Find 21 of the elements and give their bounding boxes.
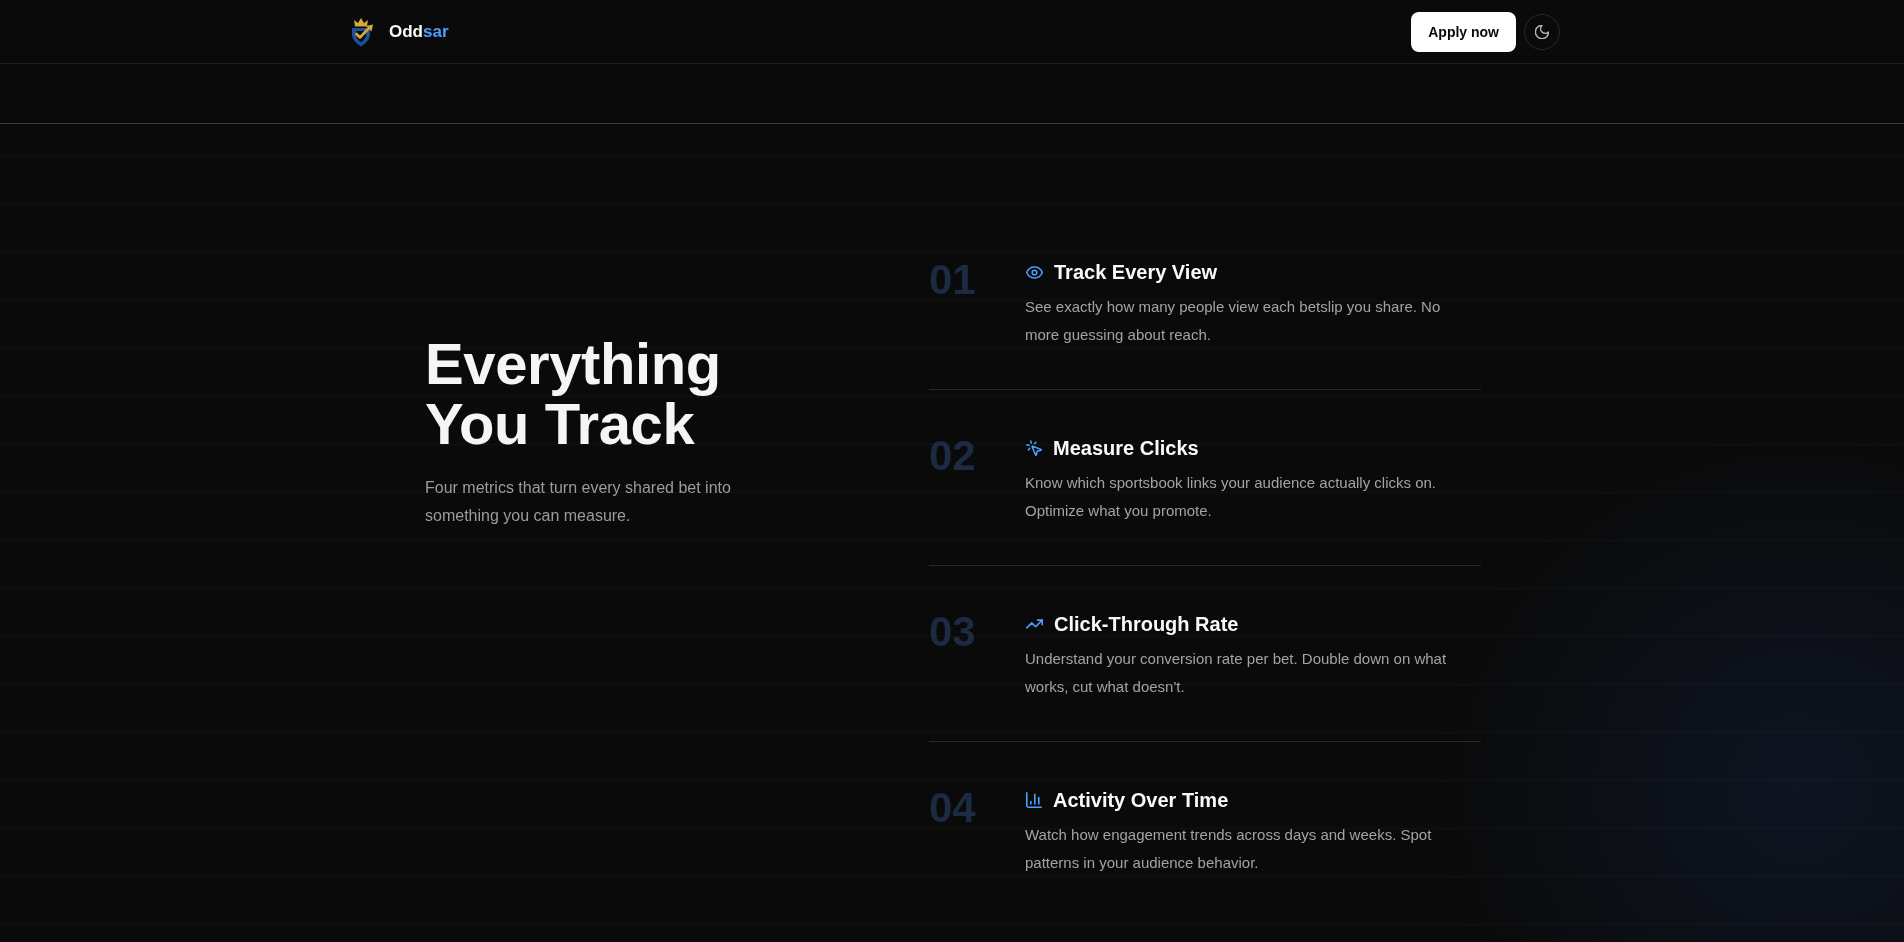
metric-title: Track Every View	[1054, 260, 1218, 285]
metric-number: 04	[929, 787, 976, 829]
metric-number: 03	[929, 611, 976, 653]
brand-name: Oddsar	[389, 21, 449, 42]
metric-title: Measure Clicks	[1053, 436, 1199, 461]
section-heading: Everything You Track	[425, 334, 722, 454]
metric-description: Understand your conversion rate per bet. Double down on what works, cut what doesn't.	[1025, 649, 1448, 697]
trending-up-icon	[1026, 619, 1043, 629]
metric-number: 01	[929, 259, 976, 301]
metric-number: 02	[929, 435, 976, 477]
metric-title: Activity Over Time	[1053, 788, 1229, 813]
section-subtitle: Four metrics that turn every shared bet into something you can measure.	[425, 478, 732, 526]
metric-description: See exactly how many people view each betslip you share. No more guessing about reach.	[1025, 297, 1442, 345]
metric-description: Know which sportsbook links your audience actually clicks on. Optimize what you promote.	[1025, 473, 1438, 521]
cursor-click-icon	[1026, 440, 1042, 456]
moon-icon	[1535, 24, 1549, 39]
apply-button[interactable]: Apply now	[1411, 11, 1516, 52]
bar-chart-icon	[1026, 792, 1042, 808]
eye-icon	[1026, 265, 1043, 279]
metric-description: Watch how engagement trends across days and weeks. Spot patterns in your audience behavior.	[1025, 825, 1433, 873]
metric-title: Click-Through Rate	[1054, 612, 1239, 637]
